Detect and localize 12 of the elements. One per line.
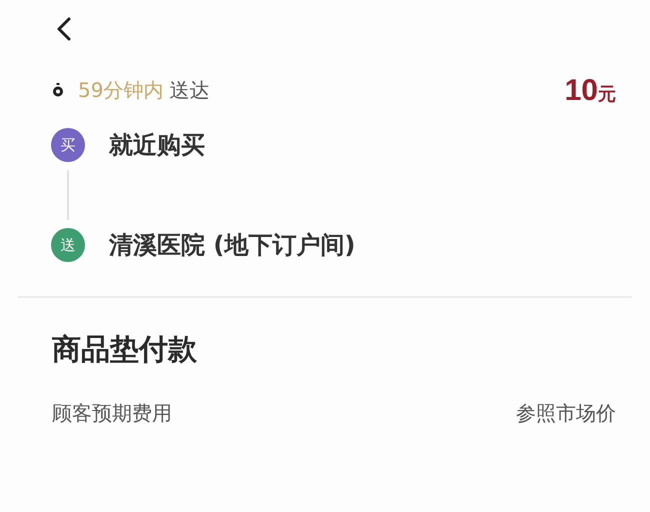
delivery-time: 59分钟内 — [78, 77, 164, 104]
row-value: 参照市场价 — [516, 400, 616, 427]
stop-badge: 送 — [51, 228, 85, 262]
row-label: 顾客预期费用 — [52, 400, 172, 427]
price-currency: 元 — [598, 82, 616, 106]
delivery-label: 送达 — [169, 77, 210, 104]
price-amount: 10 — [564, 72, 598, 108]
stop-badge: 买 — [51, 128, 85, 162]
stop-label: 清溪医院 (地下订户间) — [109, 230, 356, 261]
stop-label: 就近购买 — [109, 130, 205, 161]
section-title: 商品垫付款 — [52, 332, 197, 366]
stopwatch-icon — [52, 83, 64, 97]
